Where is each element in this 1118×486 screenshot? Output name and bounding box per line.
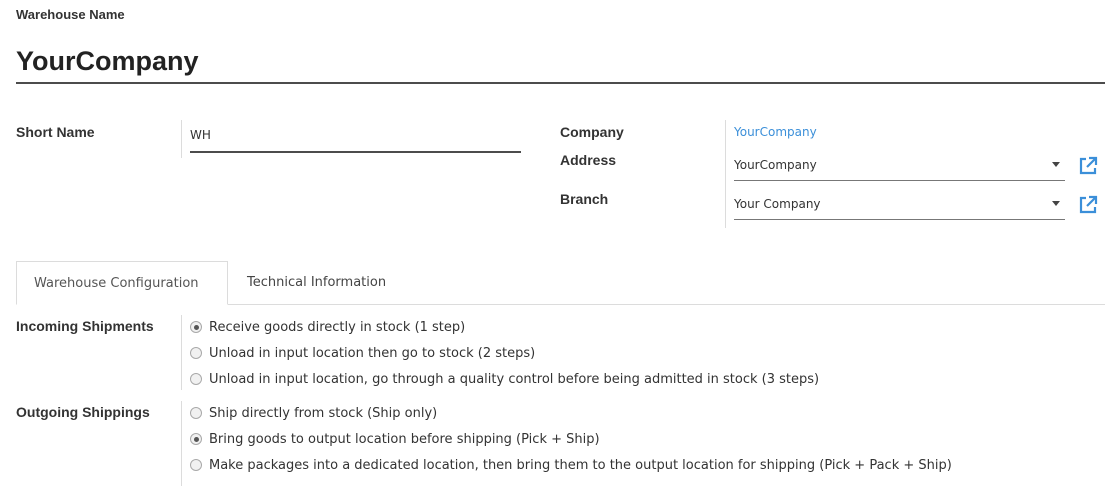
tab-technical-information[interactable]: Technical Information: [230, 261, 403, 305]
incoming-option-1[interactable]: Receive goods directly in stock (1 step): [190, 318, 465, 336]
radio-button-checked[interactable]: [190, 321, 202, 333]
address-label: Address: [560, 152, 617, 168]
incoming-option-label: Unload in input location, go through a q…: [209, 371, 820, 387]
outgoing-option-2[interactable]: Bring goods to output location before sh…: [190, 430, 600, 448]
warehouse-name-label: Warehouse Name: [16, 7, 125, 22]
caret-down-icon[interactable]: [1052, 162, 1060, 167]
address-select[interactable]: YourCompany: [734, 153, 1065, 181]
external-link-icon[interactable]: [1077, 194, 1099, 216]
radio-button-checked[interactable]: [190, 433, 202, 445]
radio-button[interactable]: [190, 347, 202, 359]
outgoing-option-label: Ship directly from stock (Ship only): [209, 405, 438, 421]
radio-button[interactable]: [190, 459, 202, 471]
right-group-separator: [725, 120, 726, 228]
warehouse-name-field[interactable]: YourCompany: [16, 44, 1105, 84]
incoming-option-3[interactable]: Unload in input location, go through a q…: [190, 370, 819, 388]
branch-select[interactable]: Your Company: [734, 192, 1065, 220]
branch-label: Branch: [560, 191, 609, 207]
radio-button[interactable]: [190, 373, 202, 385]
outgoing-option-1[interactable]: Ship directly from stock (Ship only): [190, 404, 437, 422]
outgoing-separator: [181, 401, 182, 486]
outgoing-option-3[interactable]: Make packages into a dedicated location,…: [190, 456, 952, 474]
caret-down-icon[interactable]: [1052, 201, 1060, 206]
company-link[interactable]: YourCompany: [734, 125, 817, 139]
short-name-input[interactable]: WH: [190, 128, 521, 153]
notebook-tabs: Warehouse Configuration Technical Inform…: [16, 261, 1105, 305]
outgoing-option-label: Bring goods to output location before sh…: [209, 431, 600, 447]
external-link-icon[interactable]: [1077, 155, 1099, 177]
incoming-option-label: Unload in input location then go to stoc…: [209, 345, 536, 361]
address-value: YourCompany: [734, 158, 817, 172]
short-name-value: WH: [190, 128, 211, 142]
tab-warehouse-configuration[interactable]: Warehouse Configuration: [16, 261, 228, 305]
branch-value: Your Company: [734, 197, 821, 211]
incoming-separator: [181, 315, 182, 390]
outgoing-shippings-label: Outgoing Shippings: [16, 404, 150, 420]
short-name-label: Short Name: [16, 124, 95, 140]
incoming-option-2[interactable]: Unload in input location then go to stoc…: [190, 344, 535, 362]
company-label: Company: [560, 124, 624, 140]
radio-button[interactable]: [190, 407, 202, 419]
outgoing-option-label: Make packages into a dedicated location,…: [209, 457, 952, 473]
short-name-separator: [181, 120, 182, 158]
incoming-shipments-label: Incoming Shipments: [16, 318, 154, 334]
incoming-option-label: Receive goods directly in stock (1 step): [209, 319, 466, 335]
